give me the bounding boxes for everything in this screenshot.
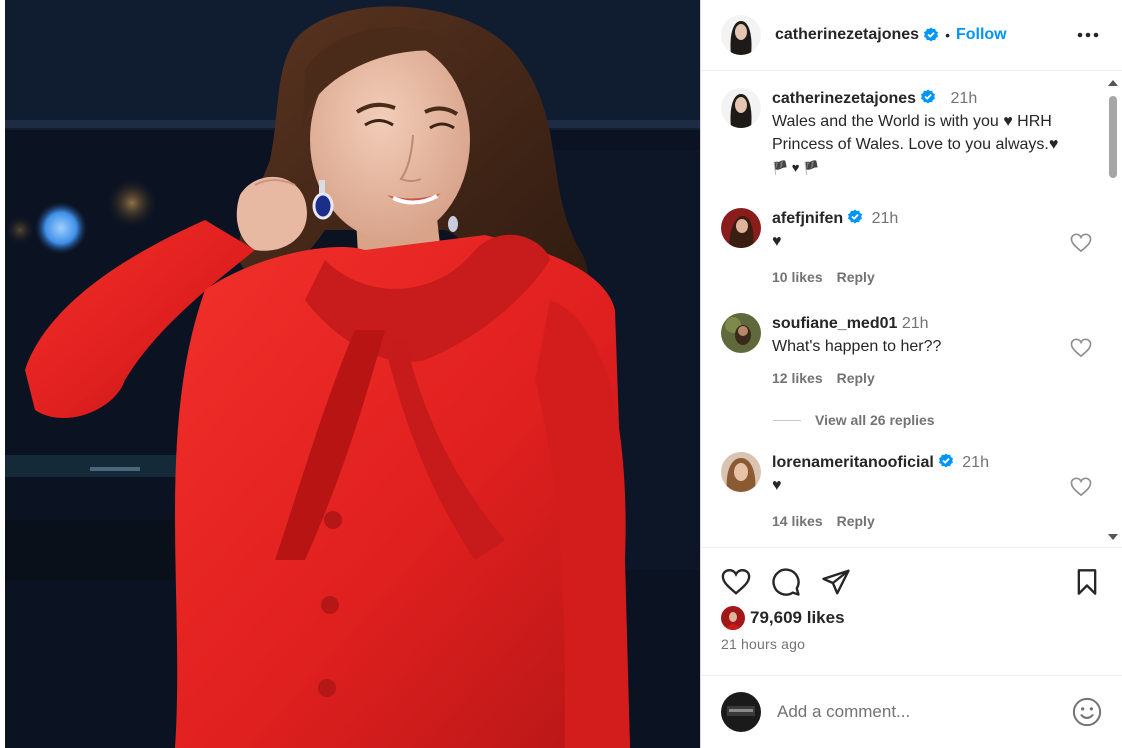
post-caption: catherinezetajones 21h Wales and the Wor… [721, 88, 1092, 178]
comment-likes[interactable]: 14 likes [772, 513, 823, 529]
comments-list[interactable]: catherinezetajones 21h Wales and the Wor… [701, 72, 1122, 546]
replies-divider [773, 419, 801, 421]
comment-text: What's happen to her?? [772, 338, 942, 355]
current-user-avatar[interactable] [721, 692, 761, 732]
comment-text: ♥ [772, 233, 782, 250]
author-avatar[interactable] [721, 15, 761, 55]
caption-username[interactable]: catherinezetajones [772, 90, 916, 107]
scroll-down-arrow-icon[interactable] [1108, 534, 1118, 540]
comment-item: soufiane_med01 21h What's happen to her?… [721, 313, 1092, 393]
view-replies-label: View all 26 replies [815, 412, 935, 428]
comment-time[interactable]: 21h [872, 210, 899, 227]
follow-button[interactable]: Follow [956, 26, 1007, 44]
post-photo [5, 0, 700, 748]
share-icon[interactable] [821, 568, 851, 596]
add-comment-bar [701, 675, 1122, 748]
comment-time[interactable]: 21h [962, 454, 989, 471]
commenter-avatar[interactable] [721, 208, 761, 248]
post-actions: 79,609 likes 21 hours ago [701, 547, 1122, 675]
likes-row: 79,609 likes [721, 606, 845, 630]
scroll-thumb[interactable] [1109, 96, 1117, 178]
likes-count[interactable]: 79,609 likes [750, 608, 845, 628]
comment-text: ♥ [772, 477, 782, 494]
verified-badge-icon [924, 27, 939, 42]
caption-time[interactable]: 21h [951, 90, 978, 107]
caption-line-3: 🏴 ♥ 🏴 [772, 160, 820, 175]
commenter-avatar[interactable] [721, 452, 761, 492]
commenter-avatar[interactable] [721, 313, 761, 353]
reply-button[interactable]: Reply [837, 513, 875, 529]
post-timestamp[interactable]: 21 hours ago [721, 636, 805, 652]
comment-item: lorenameritanooficial 21h ♥ 14 likes Repl… [721, 452, 1092, 532]
comment-username[interactable]: lorenameritanooficial [772, 454, 934, 471]
liker-avatar[interactable] [721, 606, 745, 630]
heart-icon[interactable] [721, 568, 751, 596]
post-header: catherinezetajones • Follow [701, 0, 1122, 71]
comment-likes[interactable]: 10 likes [772, 269, 823, 285]
comment-likes[interactable]: 12 likes [772, 370, 823, 386]
heart-icon[interactable] [1070, 233, 1092, 253]
post-sidebar: catherinezetajones • Follow catherinezet… [700, 0, 1122, 748]
verified-badge-icon [921, 89, 936, 104]
comments-scrollbar[interactable] [1104, 72, 1122, 546]
reply-button[interactable]: Reply [837, 269, 875, 285]
caption-avatar[interactable] [721, 88, 761, 128]
verified-badge-icon [938, 453, 953, 468]
comment-icon[interactable] [771, 567, 801, 597]
verified-badge-icon [848, 209, 863, 224]
separator-dot: • [945, 27, 950, 43]
author-username[interactable]: catherinezetajones [775, 26, 919, 44]
comment-input[interactable] [777, 702, 1072, 722]
comment-username[interactable]: afefjnifen [772, 210, 843, 227]
heart-icon[interactable] [1070, 477, 1092, 497]
post-image[interactable] [5, 0, 700, 748]
comment-item: afefjnifen 21h ♥ 10 likes Reply [721, 208, 1092, 288]
scroll-up-arrow-icon[interactable] [1108, 80, 1118, 86]
bookmark-icon[interactable] [1074, 568, 1100, 596]
emoji-icon[interactable] [1072, 697, 1102, 727]
caption-line-2: Princess of Wales. Love to you always.♥ [772, 136, 1059, 153]
comment-time[interactable]: 21h [902, 315, 929, 332]
more-options-icon[interactable] [1074, 23, 1102, 47]
heart-icon[interactable] [1070, 338, 1092, 358]
caption-line-1: Wales and the World is with you ♥ HRH [772, 113, 1052, 130]
reply-button[interactable]: Reply [837, 370, 875, 386]
comment-username[interactable]: soufiane_med01 [772, 315, 897, 332]
view-replies-button[interactable]: View all 26 replies [773, 412, 935, 428]
